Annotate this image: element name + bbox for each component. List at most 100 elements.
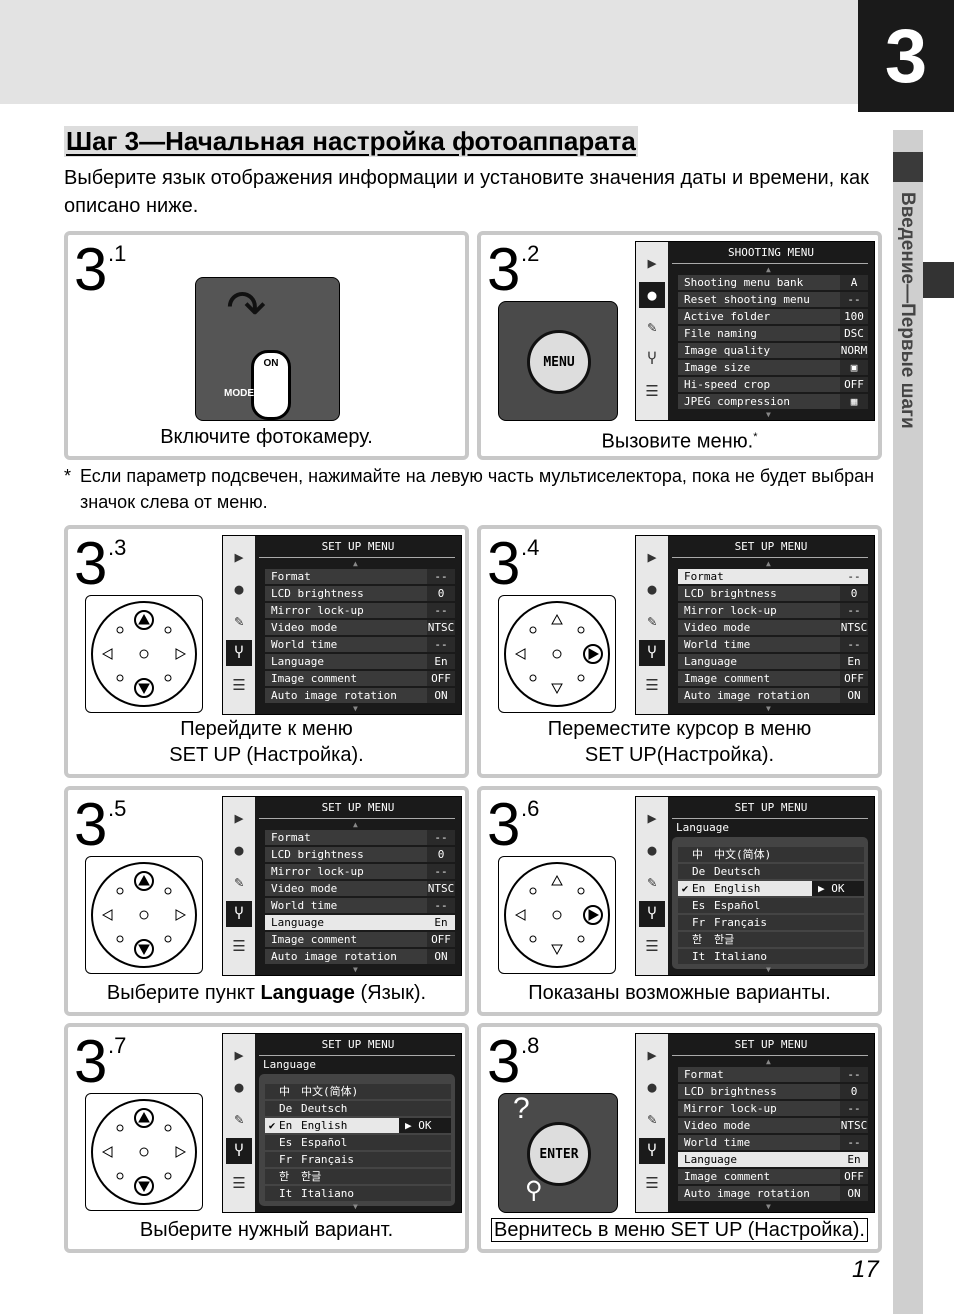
language-option[interactable]: Es Español: [265, 1135, 451, 1150]
menu-item[interactable]: Language En: [678, 1152, 868, 1167]
camera-icon[interactable]: ●: [639, 576, 665, 602]
wrench-icon[interactable]: Ⴤ: [639, 901, 665, 927]
pencil-icon[interactable]: ✎: [639, 1106, 665, 1132]
wrench-icon[interactable]: Ⴤ: [226, 640, 252, 666]
pencil-icon[interactable]: ✎: [226, 608, 252, 634]
language-option[interactable]: ✔ En English ▶ OK: [678, 881, 864, 896]
language-option[interactable]: ✔ En English ▶ OK: [265, 1118, 451, 1133]
language-option[interactable]: Es Español: [678, 898, 864, 913]
arrow-down-icon[interactable]: [134, 939, 154, 959]
menu-item[interactable]: Auto image rotation ON: [678, 1186, 868, 1201]
camera-menu-screen: ▶ ● ✎ Ⴤ ☰ SET UP MENU ▲ Format -- LCD brightness 0…: [222, 796, 462, 976]
language-option[interactable]: Fr Français: [678, 915, 864, 930]
menu-item[interactable]: Mirror lock-up --: [265, 864, 455, 879]
menu-item[interactable]: Mirror lock-up --: [678, 1101, 868, 1116]
menu-item[interactable]: Image size ▣: [678, 360, 868, 375]
camera-icon[interactable]: ●: [226, 576, 252, 602]
language-option[interactable]: De Deutsch: [265, 1101, 451, 1116]
camera-icon[interactable]: ●: [639, 837, 665, 863]
list-icon[interactable]: ☰: [639, 378, 665, 404]
language-option[interactable]: 한 한글: [678, 932, 864, 947]
menu-item[interactable]: Mirror lock-up --: [678, 603, 868, 618]
list-icon[interactable]: ☰: [226, 933, 252, 959]
menu-item[interactable]: File naming DSC: [678, 326, 868, 341]
pencil-icon[interactable]: ✎: [639, 608, 665, 634]
list-icon[interactable]: ☰: [226, 672, 252, 698]
pencil-icon[interactable]: ✎: [226, 1106, 252, 1132]
arrow-up-icon[interactable]: [134, 1108, 154, 1128]
play-icon[interactable]: ▶: [639, 1042, 665, 1068]
pencil-icon[interactable]: ✎: [639, 869, 665, 895]
play-icon[interactable]: ▶: [639, 805, 665, 831]
menu-item[interactable]: LCD brightness 0: [678, 586, 868, 601]
wrench-icon[interactable]: Ⴤ: [639, 346, 665, 372]
menu-item[interactable]: World time --: [265, 898, 455, 913]
menu-item[interactable]: JPEG compression ▦: [678, 394, 868, 409]
menu-item[interactable]: World time --: [678, 1135, 868, 1150]
menu-item[interactable]: Video mode NTSC: [678, 620, 868, 635]
menu-item[interactable]: Auto image rotation ON: [265, 949, 455, 964]
menu-item[interactable]: Format --: [265, 830, 455, 845]
arrow-down-icon[interactable]: [134, 1176, 154, 1196]
menu-item[interactable]: Image comment OFF: [265, 671, 455, 686]
language-option[interactable]: Fr Français: [265, 1152, 451, 1167]
wrench-icon[interactable]: Ⴤ: [639, 1138, 665, 1164]
pencil-icon[interactable]: ✎: [226, 869, 252, 895]
language-option[interactable]: It Italiano: [678, 949, 864, 964]
language-option[interactable]: 中中文(简体): [265, 1084, 451, 1099]
play-icon[interactable]: ▶: [639, 544, 665, 570]
list-icon[interactable]: ☰: [639, 933, 665, 959]
arrow-down-icon[interactable]: [134, 678, 154, 698]
menu-item[interactable]: Reset shooting menu --: [678, 292, 868, 307]
camera-icon[interactable]: ●: [226, 837, 252, 863]
menu-item[interactable]: Image comment OFF: [265, 932, 455, 947]
language-option[interactable]: De Deutsch: [678, 864, 864, 879]
menu-item[interactable]: Image quality NORM: [678, 343, 868, 358]
menu-item[interactable]: LCD brightness 0: [265, 586, 455, 601]
menu-item[interactable]: Format --: [265, 569, 455, 584]
arrow-up-icon[interactable]: [134, 871, 154, 891]
menu-item[interactable]: Image comment OFF: [678, 671, 868, 686]
wrench-icon[interactable]: Ⴤ: [226, 901, 252, 927]
power-switch[interactable]: ON: [251, 350, 291, 420]
play-icon[interactable]: ▶: [226, 1042, 252, 1068]
menu-item[interactable]: World time --: [678, 637, 868, 652]
arrow-right-icon[interactable]: [583, 644, 603, 664]
camera-icon[interactable]: ●: [639, 1074, 665, 1100]
menu-item[interactable]: Language En: [678, 654, 868, 669]
menu-item[interactable]: Format --: [678, 1067, 868, 1082]
language-option[interactable]: 中中文(简体): [678, 847, 864, 862]
arrow-up-icon[interactable]: [134, 610, 154, 630]
camera-icon[interactable]: ●: [639, 282, 665, 308]
language-option[interactable]: It Italiano: [265, 1186, 451, 1201]
list-icon[interactable]: ☰: [639, 672, 665, 698]
language-option[interactable]: 한 한글: [265, 1169, 451, 1184]
menu-item[interactable]: LCD brightness 0: [678, 1084, 868, 1099]
wrench-icon[interactable]: Ⴤ: [639, 640, 665, 666]
play-icon[interactable]: ▶: [226, 805, 252, 831]
play-icon[interactable]: ▶: [226, 544, 252, 570]
menu-item[interactable]: World time --: [265, 637, 455, 652]
camera-icon[interactable]: ●: [226, 1074, 252, 1100]
menu-button[interactable]: MENU: [527, 330, 591, 394]
menu-item[interactable]: Shooting menu bank A: [678, 275, 868, 290]
menu-item[interactable]: Video mode NTSC: [265, 620, 455, 635]
menu-item[interactable]: Hi-speed crop OFF: [678, 377, 868, 392]
pencil-icon[interactable]: ✎: [639, 314, 665, 340]
menu-item[interactable]: Mirror lock-up --: [265, 603, 455, 618]
play-icon[interactable]: ▶: [639, 250, 665, 276]
list-icon[interactable]: ☰: [226, 1170, 252, 1196]
wrench-icon[interactable]: Ⴤ: [226, 1138, 252, 1164]
menu-item[interactable]: Active folder 100: [678, 309, 868, 324]
menu-item[interactable]: Video mode NTSC: [678, 1118, 868, 1133]
menu-item[interactable]: Auto image rotation ON: [265, 688, 455, 703]
arrow-right-icon[interactable]: [583, 905, 603, 925]
menu-item[interactable]: Language En: [265, 654, 455, 669]
menu-item[interactable]: Video mode NTSC: [265, 881, 455, 896]
menu-item[interactable]: LCD brightness 0: [265, 847, 455, 862]
menu-item[interactable]: Auto image rotation ON: [678, 688, 868, 703]
menu-item[interactable]: Format --: [678, 569, 868, 584]
menu-item[interactable]: Language En: [265, 915, 455, 930]
list-icon[interactable]: ☰: [639, 1170, 665, 1196]
menu-item[interactable]: Image comment OFF: [678, 1169, 868, 1184]
